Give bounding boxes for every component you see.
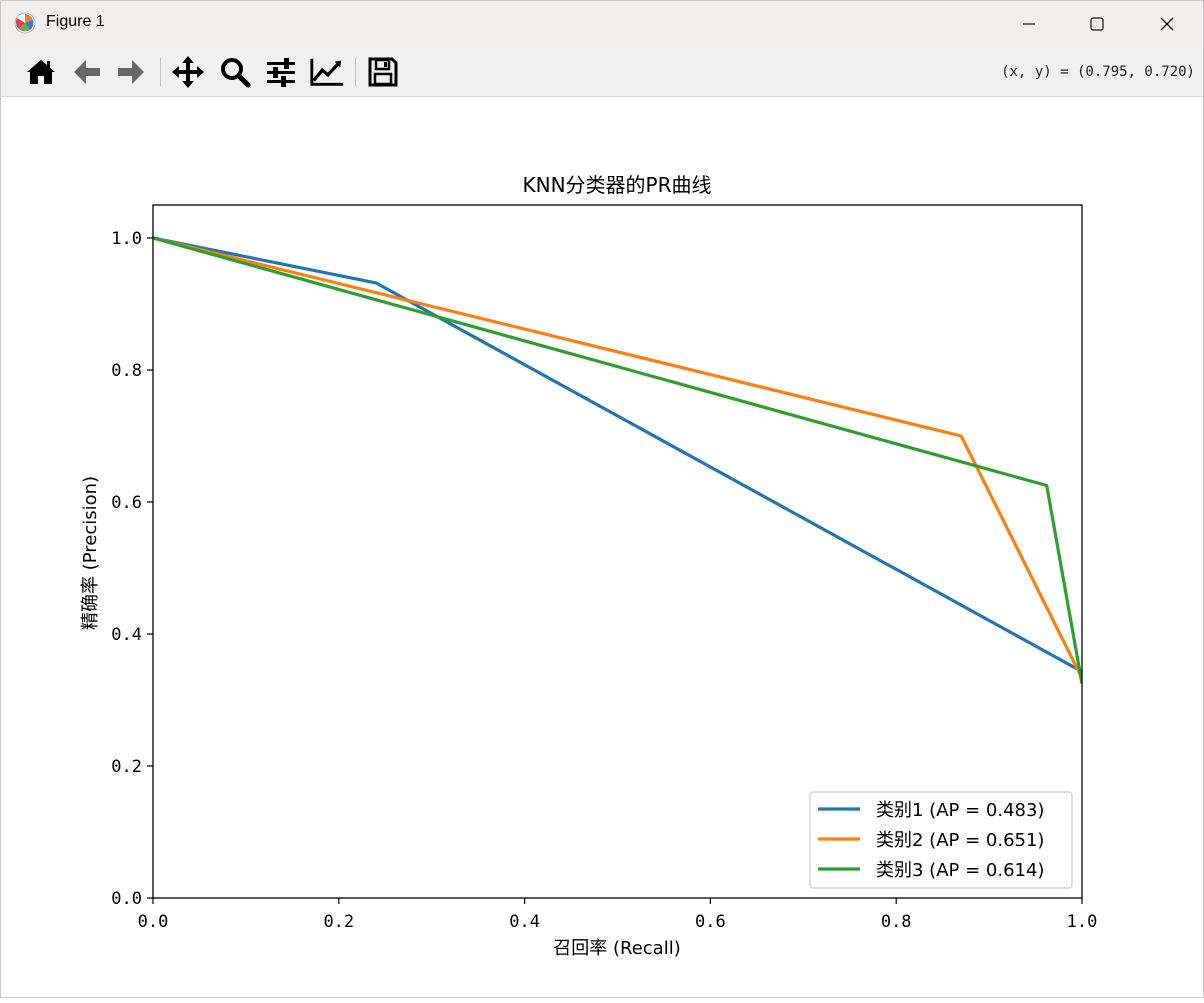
legend-label: 类别1 (AP = 0.483) [876, 800, 1044, 821]
window-title: Figure 1 [46, 13, 105, 30]
save-button[interactable] [365, 54, 401, 90]
y-tick-label: 0.4 [111, 625, 142, 645]
save-icon [368, 57, 398, 87]
y-axis-label: 精确率 (Precision) [80, 476, 101, 630]
back-icon [74, 60, 100, 84]
matplotlib-app-icon [14, 12, 36, 34]
x-tick-label: 0.6 [695, 912, 726, 932]
x-axis-ticks: 0.0 0.2 0.4 0.6 0.8 1.0 [138, 898, 1098, 932]
x-tick-label: 0.4 [509, 912, 540, 932]
figure-window: Figure 1 (x, y) = (0.795, 0.720) KNN分类器的… [0, 0, 1204, 998]
minimize-button[interactable] [997, 1, 1061, 46]
title-bar: Figure 1 [1, 1, 1203, 46]
forward-icon [118, 60, 144, 84]
navigation-toolbar: (x, y) = (0.795, 0.720) [1, 46, 1203, 97]
figure-canvas[interactable]: KNN分类器的PR曲线 0.0 0.2 0.4 0.6 0.8 1.0 0.0 0.2 0.4… [1, 97, 1204, 999]
legend-label: 类别2 (AP = 0.651) [876, 830, 1044, 851]
x-tick-label: 0.0 [138, 912, 169, 932]
forward-button[interactable] [113, 54, 149, 90]
legend-label: 类别3 (AP = 0.614) [876, 860, 1044, 881]
x-tick-label: 0.2 [323, 912, 354, 932]
y-tick-label: 0.6 [111, 493, 142, 513]
maximize-icon [1090, 16, 1104, 31]
plot-lines [153, 236, 1082, 684]
minimize-icon [1023, 22, 1035, 25]
legend: 类别1 (AP = 0.483) 类别2 (AP = 0.651) 类别3 (AP … [809, 791, 1073, 889]
toolbar-separator [160, 58, 161, 86]
zoom-button[interactable] [217, 54, 253, 90]
edit-axis-icon [310, 58, 344, 86]
y-tick-label: 0.8 [111, 361, 142, 381]
configure-subplots-icon [267, 58, 295, 87]
configure-subplots-button[interactable] [263, 54, 299, 90]
y-axis-ticks: 0.0 0.2 0.4 0.6 0.8 1.0 [111, 229, 153, 909]
edit-axis-button[interactable] [309, 54, 345, 90]
back-button[interactable] [69, 54, 105, 90]
x-tick-label: 0.8 [881, 912, 912, 932]
home-button[interactable] [23, 54, 59, 90]
x-tick-label: 1.0 [1067, 912, 1098, 932]
pan-icon [172, 56, 204, 88]
coordinate-readout: (x, y) = (0.795, 0.720) [1001, 64, 1195, 80]
y-tick-label: 0.2 [111, 757, 142, 777]
x-axis-label: 召回率 (Recall) [553, 938, 680, 959]
y-tick-label: 0.0 [111, 889, 142, 909]
zoom-icon [221, 58, 251, 88]
series-line-3 [153, 236, 1082, 684]
pan-button[interactable] [170, 54, 206, 90]
toolbar-separator [355, 58, 356, 86]
maximize-button[interactable] [1065, 1, 1129, 46]
y-tick-label: 1.0 [111, 229, 142, 249]
pr-curve-chart: KNN分类器的PR曲线 0.0 0.2 0.4 0.6 0.8 1.0 0.0 0.2 0.4… [80, 173, 1098, 959]
chart-title: KNN分类器的PR曲线 [523, 173, 712, 197]
series-line-1 [153, 236, 1082, 674]
close-icon [1160, 17, 1174, 30]
close-button[interactable] [1135, 1, 1199, 46]
home-icon [27, 60, 55, 84]
